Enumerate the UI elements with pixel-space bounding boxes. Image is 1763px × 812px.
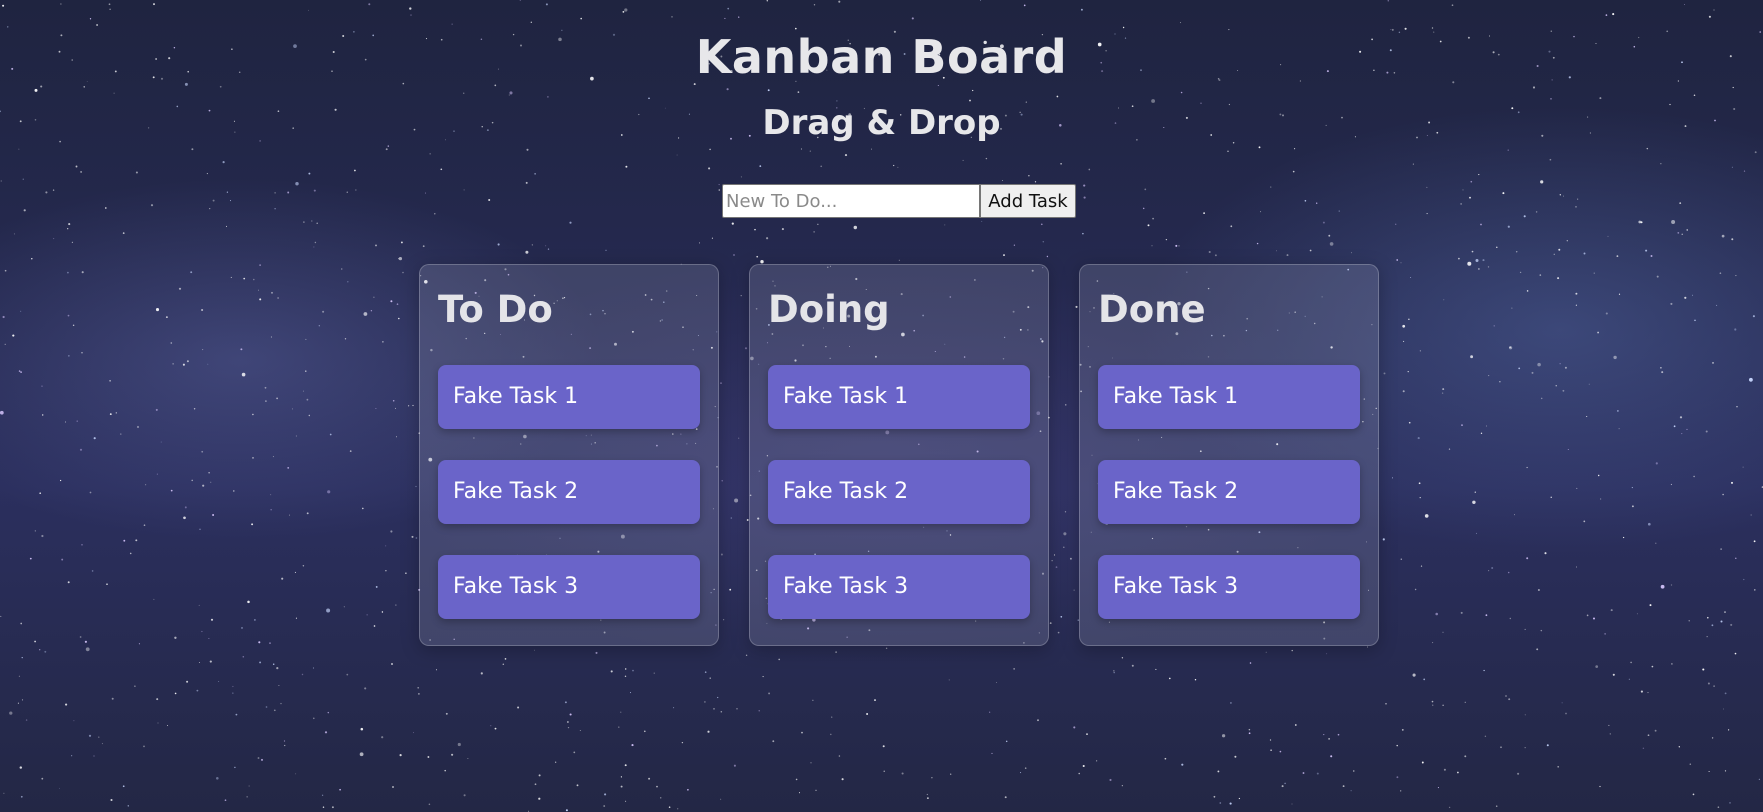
column-title-todo: To Do [438,288,553,331]
column-todo[interactable]: To Do Fake Task 1 Fake Task 2 Fake Task … [419,264,719,646]
task-card[interactable]: Fake Task 2 [1098,460,1360,524]
column-title-done: Done [1098,288,1206,331]
task-card[interactable]: Fake Task 1 [438,365,700,429]
task-card[interactable]: Fake Task 1 [1098,365,1360,429]
task-card[interactable]: Fake Task 3 [768,555,1030,619]
task-card[interactable]: Fake Task 3 [438,555,700,619]
column-doing[interactable]: Doing Fake Task 1 Fake Task 2 Fake Task … [749,264,1049,646]
page-title: Kanban Board [695,30,1068,84]
column-done[interactable]: Done Fake Task 1 Fake Task 2 Fake Task 3 [1079,264,1379,646]
task-card[interactable]: Fake Task 2 [438,460,700,524]
add-task-button[interactable]: Add Task [980,184,1076,218]
new-task-input[interactable] [722,184,980,218]
task-card[interactable]: Fake Task 2 [768,460,1030,524]
task-card[interactable]: Fake Task 3 [1098,555,1360,619]
task-card[interactable]: Fake Task 1 [768,365,1030,429]
page-subtitle: Drag & Drop [762,103,1001,143]
kanban-page: Kanban Board Drag & Drop Add Task To Do … [0,0,1763,812]
column-title-doing: Doing [768,288,890,331]
add-task-form: Add Task [722,184,1076,218]
